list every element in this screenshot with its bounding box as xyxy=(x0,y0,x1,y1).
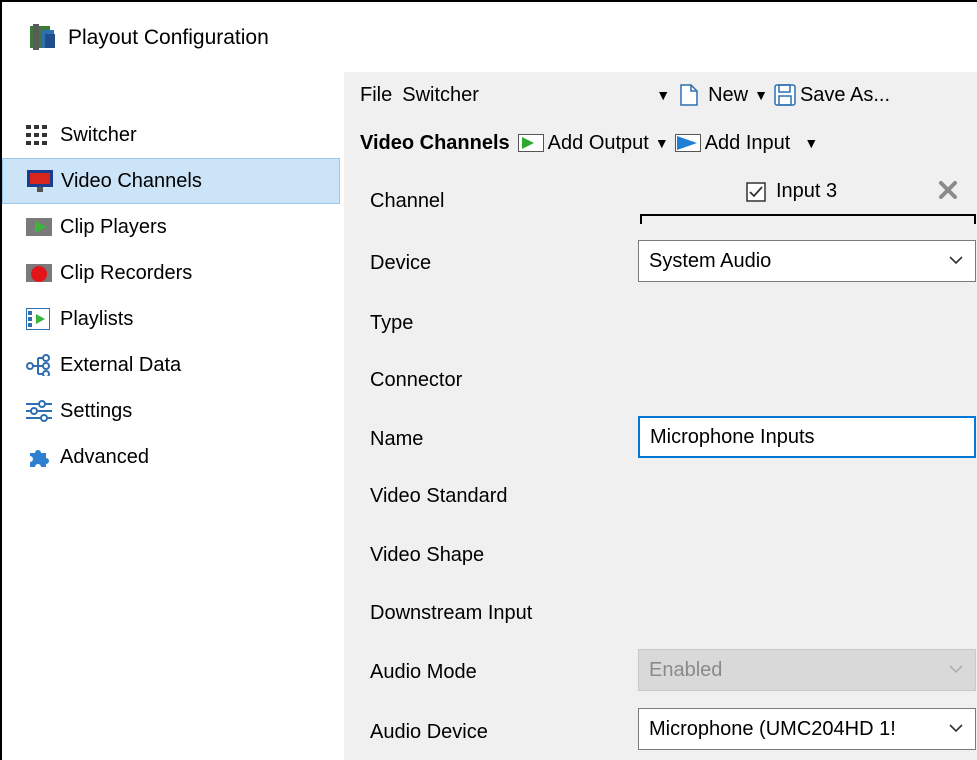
add-output-dropdown-arrow-icon[interactable]: ▼ xyxy=(655,135,669,151)
type-label: Type xyxy=(370,312,414,334)
sidebar-item-label: Video Channels xyxy=(61,169,202,192)
sidebar-item-clip-players[interactable]: Clip Players xyxy=(2,204,340,250)
channel-tab-frame xyxy=(640,214,976,224)
audio-mode-select-value: Enabled xyxy=(649,658,723,681)
name-label: Name xyxy=(370,428,424,450)
add-output-button[interactable]: Add Output xyxy=(548,132,649,155)
save-as-button[interactable]: Save As... xyxy=(800,84,890,107)
sidebar-item-label: External Data xyxy=(60,353,182,376)
close-channel-icon[interactable] xyxy=(938,180,958,200)
add-input-button[interactable]: Add Input xyxy=(705,132,791,155)
file-dropdown-arrow-icon[interactable]: ▼ xyxy=(656,87,670,103)
sidebar-item-label: Settings xyxy=(60,399,133,422)
section-toolbar: Video Channels Add Output ▼ Add Input ▼ xyxy=(344,120,977,166)
sliders-icon xyxy=(26,399,60,423)
record-icon xyxy=(26,261,60,285)
file-toolbar: File Switcher ▼ New ▼ Save As... xyxy=(344,72,977,118)
chevron-down-icon xyxy=(949,724,963,733)
device-label: Device xyxy=(370,252,432,274)
channel-tab[interactable]: Input 3 xyxy=(746,180,837,203)
sidebar-item-advanced[interactable]: Advanced xyxy=(2,434,340,480)
add-input-icon xyxy=(674,134,701,152)
clip-player-icon xyxy=(26,215,60,239)
external-data-icon xyxy=(26,353,60,377)
sidebar-item-video-channels[interactable]: Video Channels xyxy=(2,158,340,204)
add-input-dropdown-arrow-icon[interactable]: ▼ xyxy=(804,135,818,151)
title-bar: Playout Configuration xyxy=(2,2,977,72)
sidebar-item-playlists[interactable]: Playlists xyxy=(2,296,340,342)
name-input-value: Microphone Inputs xyxy=(650,425,815,448)
sidebar-item-label: Playlists xyxy=(60,307,134,330)
save-icon xyxy=(774,84,796,106)
puzzle-icon xyxy=(26,445,60,469)
device-select-value: System Audio xyxy=(649,249,772,272)
channel-tab-label: Input 3 xyxy=(776,180,838,202)
main-panel: File Switcher ▼ New ▼ Save As... Video C… xyxy=(344,72,977,760)
downstream-input-label: Downstream Input xyxy=(370,602,533,624)
section-title: Video Channels xyxy=(360,131,510,154)
audio-device-select[interactable]: Microphone (UMC204HD 1! xyxy=(638,708,976,750)
switcher-grid-icon xyxy=(26,123,60,147)
new-document-icon xyxy=(680,84,698,106)
new-button[interactable]: New xyxy=(708,84,748,107)
sidebar-item-clip-recorders[interactable]: Clip Recorders xyxy=(2,250,340,296)
sidebar-item-settings[interactable]: Settings xyxy=(2,388,340,434)
app-icon xyxy=(30,24,55,50)
name-input[interactable]: Microphone Inputs xyxy=(638,416,976,458)
audio-device-select-value: Microphone (UMC204HD 1! xyxy=(649,717,896,740)
audio-mode-label: Audio Mode xyxy=(370,661,477,683)
playlist-icon xyxy=(26,307,60,331)
file-select[interactable]: Switcher xyxy=(402,84,650,107)
sidebar-item-label: Clip Recorders xyxy=(60,261,193,284)
device-select[interactable]: System Audio xyxy=(638,240,976,282)
sidebar-item-switcher[interactable]: Switcher xyxy=(2,112,340,158)
sidebar-item-label: Switcher xyxy=(60,123,137,146)
sidebar-item-label: Advanced xyxy=(60,445,149,468)
video-standard-label: Video Standard xyxy=(370,485,508,507)
window-title: Playout Configuration xyxy=(68,26,269,49)
chevron-down-icon xyxy=(949,256,963,265)
sidebar-item-external-data[interactable]: External Data xyxy=(2,342,340,388)
add-output-icon xyxy=(517,134,544,152)
file-label: File xyxy=(360,83,393,106)
chevron-down-icon xyxy=(949,665,963,674)
audio-mode-select: Enabled xyxy=(638,649,976,691)
sidebar-nav: Switcher Video Channels Clip Players Cli… xyxy=(2,112,340,480)
channel-label: Channel xyxy=(370,190,445,212)
connector-label: Connector xyxy=(370,369,463,391)
video-monitor-icon xyxy=(27,169,61,193)
channel-enable-checkbox[interactable] xyxy=(746,181,766,202)
video-shape-label: Video Shape xyxy=(370,544,485,566)
audio-device-label: Audio Device xyxy=(370,721,488,743)
new-dropdown-arrow-icon[interactable]: ▼ xyxy=(754,87,768,103)
app-window: Playout Configuration Switcher Video Cha… xyxy=(0,0,977,760)
sidebar-item-label: Clip Players xyxy=(60,215,167,238)
